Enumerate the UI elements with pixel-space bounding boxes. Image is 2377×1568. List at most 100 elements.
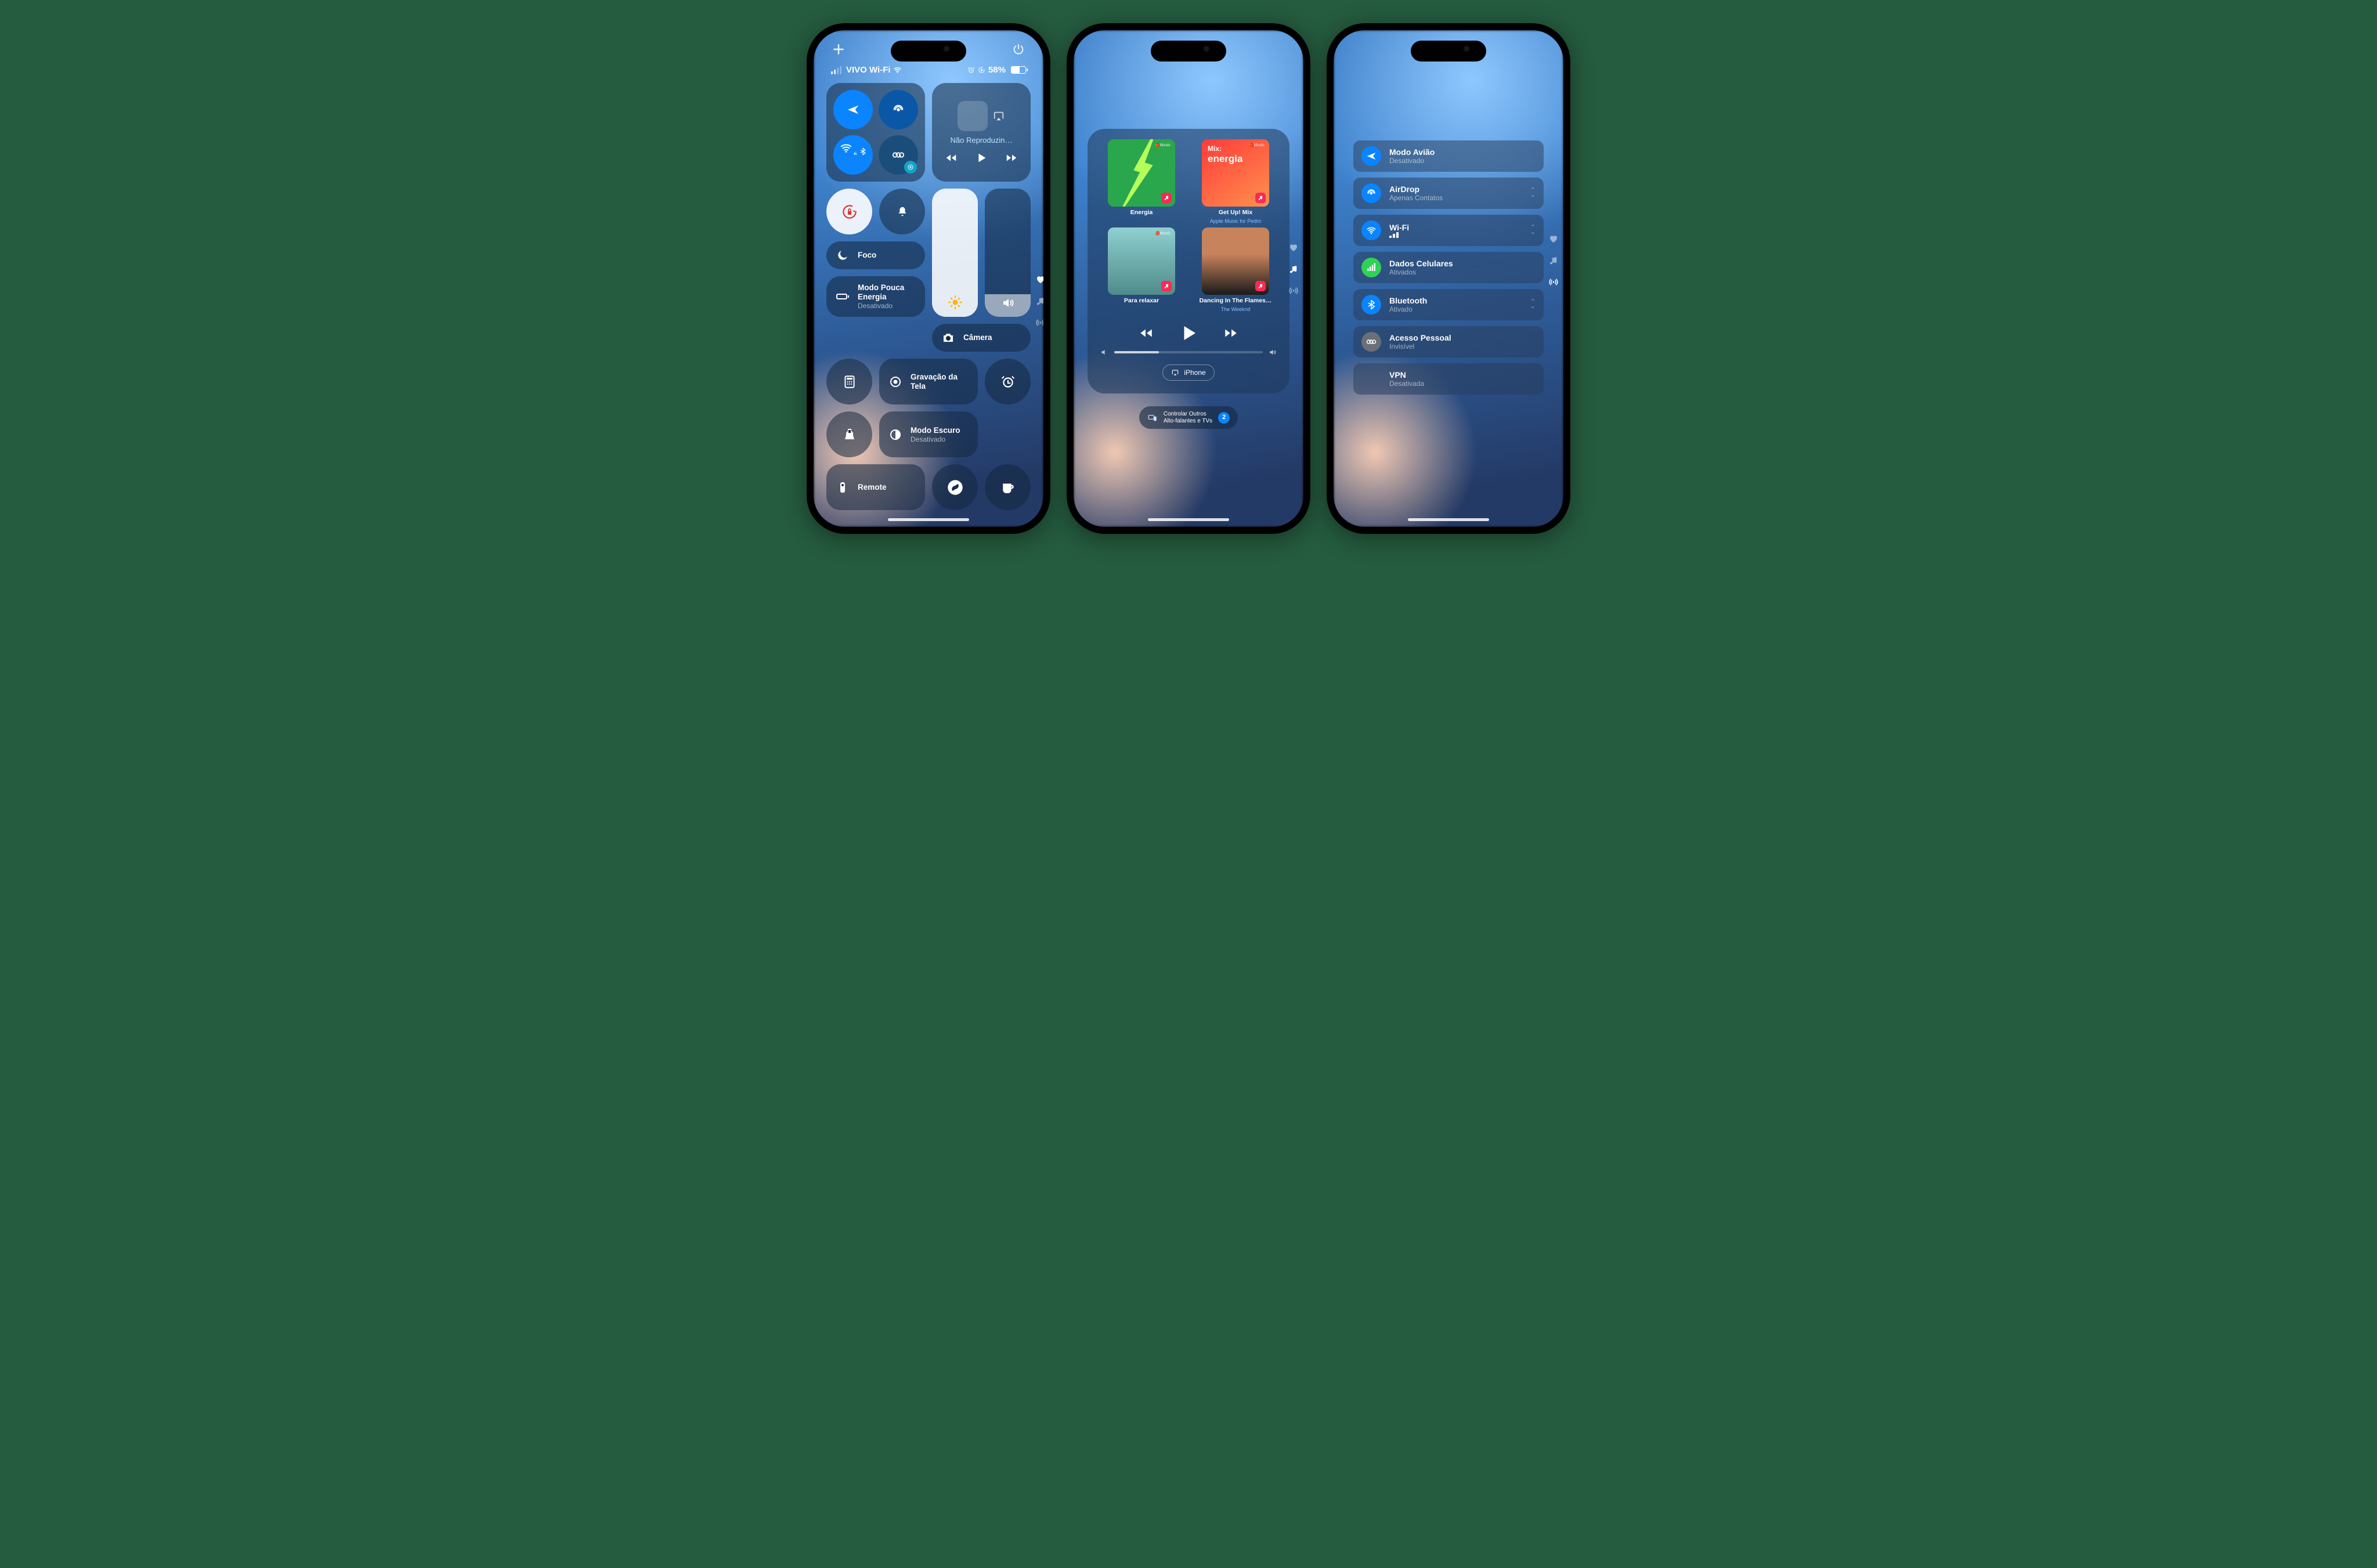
- album-2[interactable]: 🍎Music Mix:energia Get Up! Mix Apple Mus…: [1192, 139, 1279, 224]
- play-button[interactable]: [1178, 323, 1199, 344]
- bluetooth-toggle[interactable]: [856, 144, 870, 158]
- devices-icon: [1147, 413, 1158, 423]
- battery-icon: [1011, 66, 1026, 74]
- volume-slider[interactable]: [985, 189, 1031, 317]
- other-devices-chip[interactable]: Controlar Outros Alto-falantes e TVs 2: [1139, 406, 1238, 429]
- page-hotspot-icon[interactable]: [1548, 277, 1559, 290]
- forward-button[interactable]: [1005, 151, 1018, 164]
- home-indicator[interactable]: [888, 518, 969, 521]
- album-4-title: Dancing In The Flames…: [1200, 297, 1272, 304]
- airdrop-icon: [1361, 183, 1381, 203]
- focus-label: Foco: [858, 251, 876, 260]
- page-indicator[interactable]: [1035, 274, 1043, 331]
- low-power-button[interactable]: Modo Pouca Energia Desativado: [826, 276, 925, 317]
- page-heart-icon[interactable]: [1548, 234, 1559, 247]
- connectivity-row-wifi[interactable]: Wi-Fi: [1353, 215, 1544, 246]
- wifi-icon: [893, 66, 902, 74]
- camera-button[interactable]: Câmera: [932, 324, 1031, 352]
- rewind-button[interactable]: [945, 151, 958, 164]
- page-hotspot-icon[interactable]: [1288, 286, 1299, 299]
- home-indicator[interactable]: [1408, 518, 1489, 521]
- dark-mode-title: Modo Escuro: [911, 426, 960, 435]
- speaker-high-icon: [1269, 348, 1277, 356]
- connectivity-list: Modo AviãoDesativado AirDropApenas Contat…: [1353, 140, 1544, 395]
- page-hotspot-icon[interactable]: [1035, 317, 1043, 331]
- camera-label: Câmera: [963, 333, 992, 342]
- other-line1: Controlar Outros: [1164, 411, 1212, 418]
- media-expanded-panel: 🍎Music Energia 🍎Music Mix:energia Get Up…: [1088, 129, 1289, 393]
- carrier-label: VIVO Wi-Fi: [846, 65, 891, 75]
- page-music-icon[interactable]: [1548, 255, 1559, 269]
- bt-icon: [1361, 295, 1381, 315]
- page-indicator[interactable]: [1548, 234, 1559, 290]
- page-indicator[interactable]: [1288, 243, 1299, 299]
- connectivity-row-bt[interactable]: BluetoothAtivado: [1353, 289, 1544, 320]
- cell-icon: [1361, 258, 1381, 277]
- page-music-icon[interactable]: [1035, 296, 1043, 309]
- alarm-button[interactable]: [985, 359, 1031, 404]
- other-count-badge: 2: [1218, 412, 1230, 424]
- orientation-lock-indicator-icon: [978, 66, 985, 74]
- expand-icon[interactable]: [1530, 300, 1536, 309]
- home-indicator[interactable]: [1148, 518, 1229, 521]
- calculator-button[interactable]: [826, 359, 872, 404]
- rewind-button[interactable]: [1139, 326, 1154, 341]
- connectivity-row-airplane[interactable]: Modo AviãoDesativado: [1353, 140, 1544, 172]
- album-3[interactable]: 🍎Music Para relaxar: [1098, 227, 1185, 312]
- airplay-icon: [1171, 368, 1179, 377]
- expand-icon[interactable]: [1530, 189, 1536, 197]
- remote-label: Remote: [858, 483, 887, 492]
- brightness-slider[interactable]: [932, 189, 978, 317]
- silent-toggle[interactable]: [879, 189, 925, 234]
- output-device-chip[interactable]: iPhone: [1162, 364, 1214, 381]
- connectivity-row-hotspot[interactable]: Acesso PessoalInvisível: [1353, 326, 1544, 357]
- play-button[interactable]: [975, 151, 988, 164]
- connectivity-module[interactable]: [826, 83, 925, 182]
- music-badge-icon: [1161, 193, 1172, 203]
- forward-button[interactable]: [1223, 326, 1238, 341]
- airplane-toggle[interactable]: [833, 90, 873, 129]
- volume-bar[interactable]: [1098, 348, 1279, 356]
- phone-1-control-center: VIVO Wi-Fi 58%: [807, 23, 1050, 534]
- low-power-sub: Desativado: [858, 302, 916, 310]
- wifi-icon: [1361, 221, 1381, 240]
- connectivity-row-vpn[interactable]: VPNDesativada: [1353, 363, 1544, 395]
- airplay-icon[interactable]: [992, 110, 1005, 122]
- wifi-toggle[interactable]: [833, 135, 873, 175]
- album-4-sub: The Weeknd: [1221, 306, 1251, 312]
- album-4[interactable]: Dancing In The Flames… The Weeknd: [1192, 227, 1279, 312]
- low-power-title: Modo Pouca Energia: [858, 283, 916, 302]
- connectivity-row-airdrop[interactable]: AirDropApenas Contatos: [1353, 178, 1544, 209]
- orientation-lock-toggle[interactable]: [826, 189, 872, 234]
- airdrop-toggle[interactable]: [879, 90, 918, 129]
- power-button[interactable]: [1011, 42, 1026, 57]
- dynamic-island: [891, 41, 966, 62]
- shazam-button[interactable]: [932, 464, 978, 510]
- album-1-title: Energia: [1130, 209, 1153, 216]
- mug-button[interactable]: [985, 464, 1031, 510]
- output-device-label: iPhone: [1184, 368, 1205, 377]
- add-control-button[interactable]: [831, 42, 846, 57]
- translate-toggle[interactable]: [904, 161, 917, 174]
- media-module[interactable]: Não Reproduzin…: [932, 83, 1031, 182]
- alarm-indicator-icon: [967, 66, 975, 74]
- page-heart-icon[interactable]: [1035, 274, 1043, 288]
- remote-button[interactable]: Remote: [826, 464, 925, 510]
- focus-button[interactable]: Foco: [826, 241, 925, 269]
- album-3-title: Para relaxar: [1124, 297, 1159, 304]
- screen-record-button[interactable]: Gravação da Tela: [879, 359, 978, 404]
- page-music-icon[interactable]: [1288, 264, 1299, 277]
- connectivity-row-cell[interactable]: Dados CelularesAtivados: [1353, 252, 1544, 283]
- page-heart-icon[interactable]: [1288, 243, 1299, 256]
- expand-icon[interactable]: [1530, 226, 1536, 234]
- dark-mode-button[interactable]: Modo Escuro Desativado: [879, 411, 978, 457]
- speaker-low-icon: [1100, 348, 1108, 356]
- dark-mode-sub: Desativado: [911, 435, 960, 443]
- hotspot-icon: [1361, 332, 1381, 352]
- flashlight-button[interactable]: [826, 411, 872, 457]
- airplane-icon: [1361, 146, 1381, 166]
- album-2-title: Get Up! Mix: [1219, 209, 1252, 216]
- hotspot-toggle[interactable]: [879, 135, 918, 175]
- album-1[interactable]: 🍎Music Energia: [1098, 139, 1185, 224]
- media-thumbnail: [958, 101, 988, 131]
